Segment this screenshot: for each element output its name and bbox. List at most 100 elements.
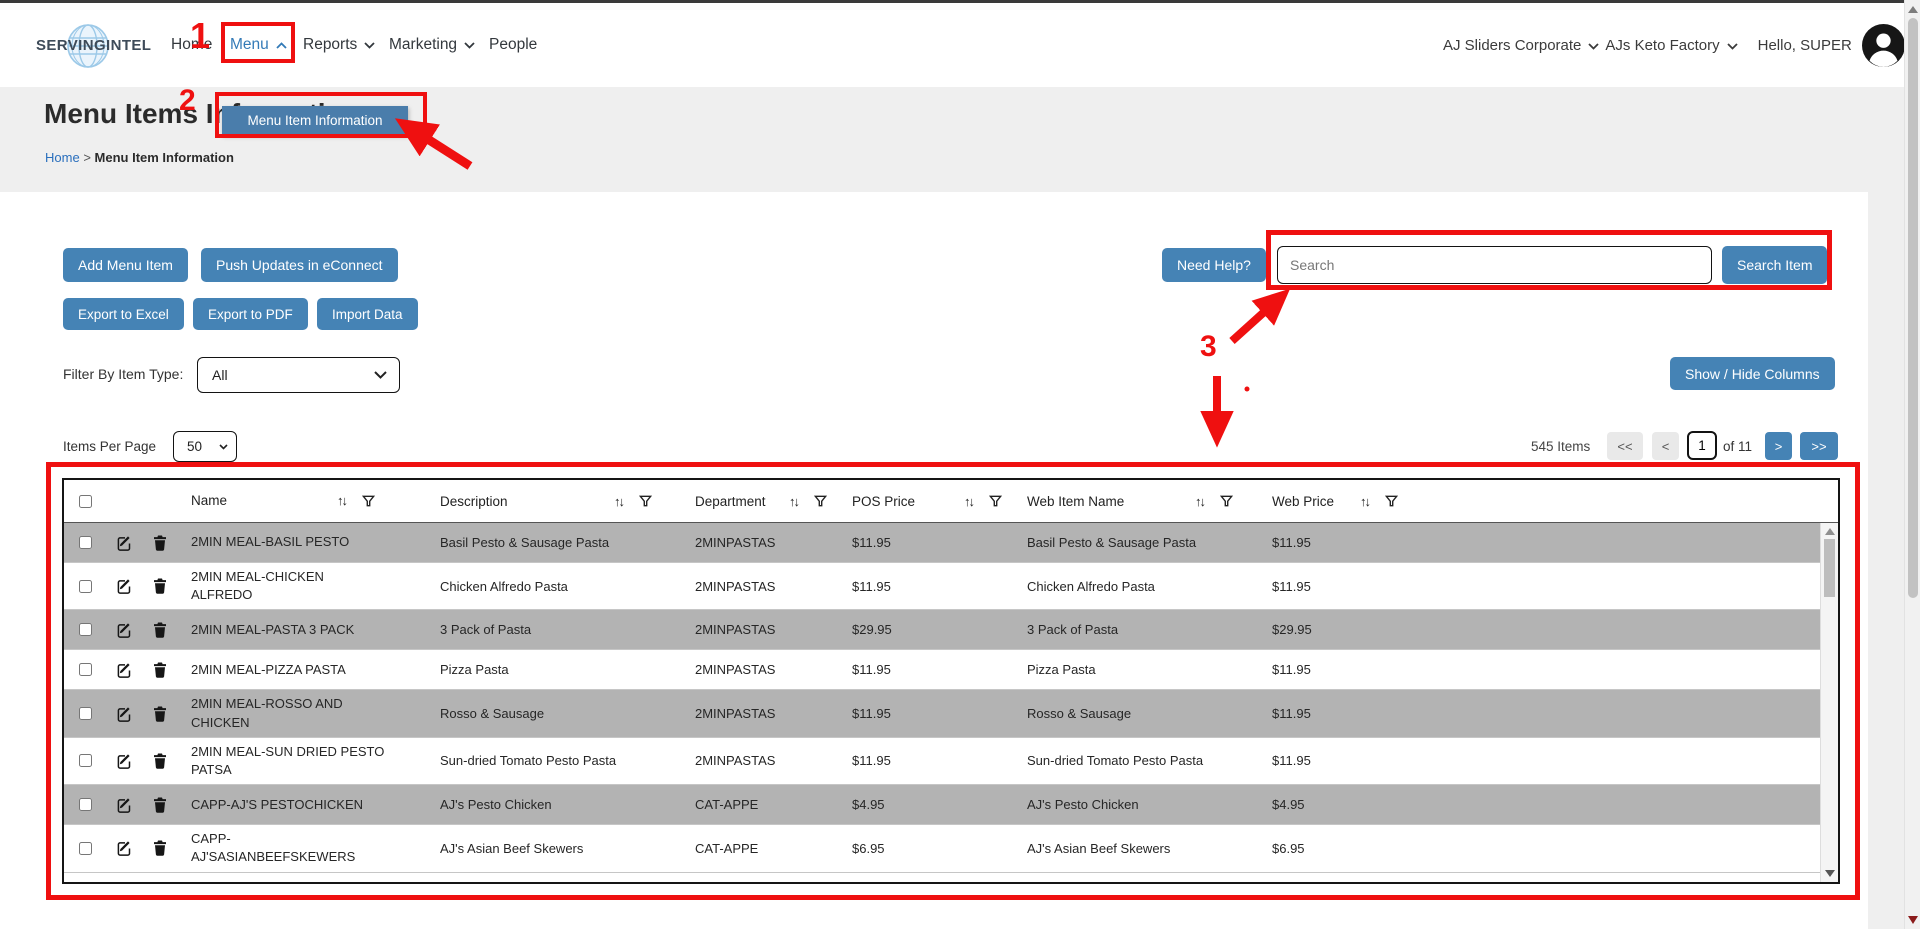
delete-button[interactable] [142, 662, 178, 678]
trash-icon [153, 578, 167, 594]
row-checkbox[interactable] [79, 842, 92, 855]
item-name: 2MIN MEAL-CHICKEN ALFREDO [178, 563, 427, 609]
delete-button[interactable] [142, 578, 178, 594]
delete-button[interactable] [142, 622, 178, 638]
export-pdf-button[interactable]: Export to PDF [193, 298, 308, 330]
edit-icon [116, 622, 132, 638]
item-name: 2MIN MEAL-BASIL PESTO [178, 528, 427, 556]
chevron-down-icon [364, 42, 375, 49]
first-page-button[interactable]: << [1607, 432, 1643, 460]
row-checkbox[interactable] [79, 536, 92, 549]
edit-button[interactable] [106, 753, 142, 769]
item-department: 2MINPASTAS [682, 706, 839, 721]
page-scrollbar-thumb[interactable] [1908, 18, 1918, 598]
item-department: 2MINPASTAS [682, 622, 839, 637]
items-per-page-select[interactable]: 50 [173, 431, 237, 462]
item-department: CAT-APPE [682, 841, 839, 856]
breadcrumb-separator: > [83, 150, 91, 165]
nav-item-people[interactable]: People [489, 3, 537, 87]
nav-item-marketing[interactable]: Marketing [389, 3, 475, 87]
edit-button[interactable] [106, 622, 142, 638]
sort-icon[interactable]: ↑↓ [337, 492, 346, 510]
nav-item-menu[interactable]: Menu [230, 3, 287, 87]
import-data-button[interactable]: Import Data [317, 298, 418, 330]
scroll-up-icon[interactable] [1825, 528, 1835, 535]
current-page-input[interactable] [1687, 431, 1717, 460]
trash-icon [153, 797, 167, 813]
delete-button[interactable] [142, 797, 178, 813]
scroll-down-icon[interactable] [1825, 870, 1835, 877]
breadcrumb-home-link[interactable]: Home [45, 150, 80, 165]
user-greeting: Hello, SUPER [1758, 37, 1852, 54]
store-selector[interactable]: AJs Keto Factory [1605, 37, 1743, 54]
item-pos-price: $11.95 [839, 662, 1014, 677]
chevron-up-icon [276, 42, 287, 49]
edit-button[interactable] [106, 578, 142, 594]
table-scrollbar-thumb[interactable] [1824, 539, 1835, 597]
next-page-button[interactable]: > [1765, 432, 1792, 460]
sort-icon[interactable]: ↑↓ [789, 494, 798, 509]
export-excel-button[interactable]: Export to Excel [63, 298, 184, 330]
push-updates-button[interactable]: Push Updates in eConnect [201, 248, 398, 282]
filter-icon[interactable] [1220, 495, 1233, 507]
row-checkbox[interactable] [79, 623, 92, 636]
sort-icon[interactable]: ↑↓ [614, 494, 623, 509]
scroll-up-icon[interactable] [1908, 6, 1918, 13]
column-header-department: Department [695, 494, 766, 509]
delete-button[interactable] [142, 706, 178, 722]
row-checkbox[interactable] [79, 580, 92, 593]
edit-button[interactable] [106, 840, 142, 856]
select-all-checkbox[interactable] [79, 495, 92, 508]
search-item-button[interactable]: Search Item [1722, 246, 1827, 284]
filter-icon[interactable] [1385, 495, 1398, 507]
item-name: 2MIN MEAL-ROSSO AND CHICKEN [178, 690, 427, 736]
filter-icon[interactable] [362, 495, 375, 507]
row-checkbox[interactable] [79, 754, 92, 767]
filter-icon[interactable] [814, 495, 827, 507]
delete-button[interactable] [142, 753, 178, 769]
table-scrollbar[interactable] [1820, 523, 1838, 882]
filter-icon[interactable] [989, 495, 1002, 507]
trash-icon [153, 753, 167, 769]
item-name: 2MIN MEAL-PIZZA PASTA [178, 656, 427, 684]
item-web-price: $11.95 [1259, 579, 1820, 594]
show-hide-columns-button[interactable]: Show / Hide Columns [1670, 357, 1835, 390]
edit-button[interactable] [106, 535, 142, 551]
last-page-button[interactable]: >> [1800, 432, 1838, 460]
page-scrollbar[interactable] [1904, 0, 1920, 929]
edit-button[interactable] [106, 706, 142, 722]
menu-dropdown-item[interactable]: Menu Item Information [222, 106, 408, 135]
filter-icon[interactable] [639, 495, 652, 507]
nav-item-reports[interactable]: Reports [303, 3, 375, 87]
items-per-page-label: Items Per Page [63, 439, 156, 454]
row-checkbox[interactable] [79, 663, 92, 676]
sort-icon[interactable]: ↑↓ [1195, 494, 1204, 509]
delete-button[interactable] [142, 535, 178, 551]
item-web-name: Basil Pesto & Sausage Pasta [1014, 535, 1259, 550]
sort-icon[interactable]: ↑↓ [964, 494, 973, 509]
edit-icon [116, 662, 132, 678]
row-checkbox[interactable] [79, 707, 92, 720]
delete-button[interactable] [142, 840, 178, 856]
item-description: Pizza Pasta [427, 662, 682, 677]
avatar-icon[interactable] [1862, 24, 1905, 67]
add-menu-item-button[interactable]: Add Menu Item [63, 248, 188, 282]
nav-reports-label: Reports [303, 36, 357, 54]
previous-page-button[interactable]: < [1652, 432, 1679, 460]
need-help-button[interactable]: Need Help? [1162, 248, 1266, 282]
row-checkbox[interactable] [79, 798, 92, 811]
edit-icon [116, 706, 132, 722]
nav-marketing-label: Marketing [389, 36, 457, 54]
edit-button[interactable] [106, 797, 142, 813]
app-logo[interactable]: SERVINGINTEL [36, 3, 151, 87]
scroll-down-icon[interactable] [1908, 916, 1918, 924]
corporate-selector[interactable]: AJ Sliders Corporate [1443, 37, 1605, 54]
search-input[interactable] [1277, 246, 1712, 284]
sort-icon[interactable]: ↑↓ [1360, 494, 1369, 509]
edit-icon [116, 753, 132, 769]
item-pos-price: $4.95 [839, 797, 1014, 812]
item-description: AJ's Pesto Chicken [427, 797, 682, 812]
item-pos-price: $29.95 [839, 622, 1014, 637]
item-type-select[interactable]: All [197, 357, 400, 393]
edit-button[interactable] [106, 662, 142, 678]
